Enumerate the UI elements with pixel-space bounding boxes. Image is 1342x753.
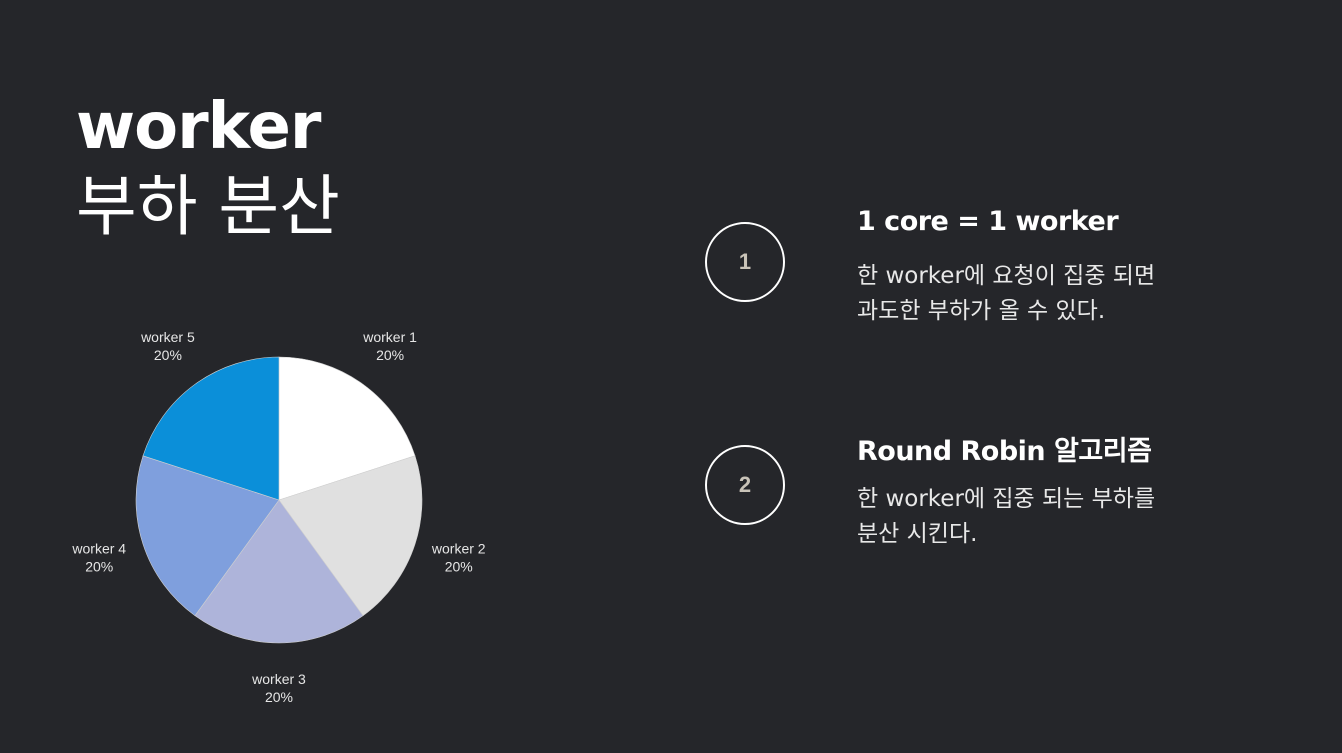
pie-label-category-3: worker 3 <box>251 671 306 687</box>
pie-label-3: worker 3 20% <box>251 671 306 705</box>
pie-label-value-3: 20% <box>265 689 293 705</box>
pie-label-value-2: 20% <box>445 558 473 574</box>
step-1-description: 한 worker에 요청이 집중 되면 과도한 부하가 올 수 있다. <box>857 259 1217 329</box>
pie-label-1: worker 1 20% <box>362 329 417 363</box>
pie-label-5: worker 5 20% <box>140 329 195 363</box>
step-1-description-line-1: 한 worker에 요청이 집중 되면 <box>857 263 1156 289</box>
pie-label-category-4: worker 4 <box>71 540 126 556</box>
title-line-2: 부하 분산 <box>76 167 340 245</box>
step-2-number-circle: 2 <box>705 445 785 525</box>
pie-label-4: worker 4 20% <box>71 540 126 574</box>
step-2-description: 한 worker에 집중 되는 부하를 분산 시킨다. <box>857 482 1217 552</box>
step-1-number-circle: 1 <box>705 222 785 302</box>
step-1-description-line-2: 과도한 부하가 올 수 있다. <box>857 298 1106 324</box>
step-2-description-line-1: 한 worker에 집중 되는 부하를 <box>857 486 1156 512</box>
pie-label-category-5: worker 5 <box>140 329 195 345</box>
pie-label-value-1: 20% <box>376 347 404 363</box>
pie-label-category-1: worker 1 <box>362 329 417 345</box>
pie-label-category-2: worker 2 <box>431 540 486 556</box>
pie-chart: worker 1 20%worker 2 20%worker 3 20%worker … <box>71 329 486 705</box>
pie-label-value-5: 20% <box>154 347 182 363</box>
pie-label-value-4: 20% <box>85 558 113 574</box>
step-2-description-line-2: 분산 시킨다. <box>857 521 978 547</box>
step-1-heading: 1 core = 1 worker <box>857 206 1119 237</box>
step-2-heading: Round Robin 알고리즘 <box>857 436 1152 467</box>
slide-title: worker 부하 분산 <box>76 90 340 245</box>
title-line-1: worker <box>76 90 321 164</box>
pie-label-2: worker 2 20% <box>431 540 486 574</box>
